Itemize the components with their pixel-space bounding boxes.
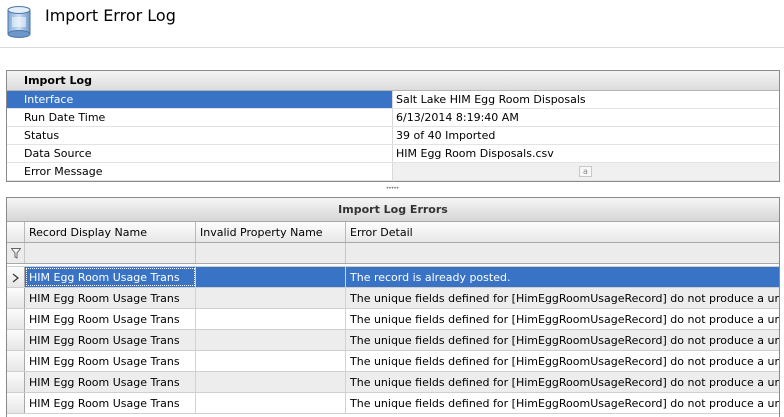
log-row-run-date-time[interactable]: Run Date Time 6/13/2014 8:19:40 AM (7, 109, 779, 127)
page-title: Import Error Log (45, 6, 176, 25)
log-value[interactable]: Salt Lake HIM Egg Room Disposals (393, 91, 779, 108)
log-row-error-message[interactable]: Error Message a (7, 163, 779, 181)
log-row-data-source[interactable]: Data Source HIM Egg Room Disposals.csv (7, 145, 779, 163)
cell-error-detail[interactable]: The unique fields defined for [HimEggRoo… (346, 351, 779, 371)
log-label: Status (7, 127, 393, 144)
log-label: Data Source (7, 145, 393, 162)
chevron-right-icon (12, 273, 19, 283)
table-row[interactable]: HIM Egg Room Usage Trans The record is a… (7, 267, 779, 288)
log-value[interactable]: 6/13/2014 8:19:40 AM (393, 109, 779, 126)
cell-record-display-name[interactable]: HIM Egg Room Usage Trans (25, 267, 196, 287)
table-row[interactable]: HIM Egg Room Usage Trans The unique fiel… (7, 309, 779, 330)
cell-error-detail[interactable]: The unique fields defined for [HimEggRoo… (346, 288, 779, 308)
grid-caption: Import Log Errors (7, 198, 779, 222)
filter-cell-invalid-property-name[interactable] (196, 243, 346, 263)
import-log-panel: Import Log Interface Salt Lake HIM Egg R… (6, 70, 780, 182)
cell-invalid-property-name[interactable] (196, 330, 346, 350)
import-log-errors-grid: Import Log Errors Record Display Name In… (6, 197, 780, 417)
cell-record-display-name[interactable]: HIM Egg Room Usage Trans (25, 351, 196, 371)
filter-row-indicator (7, 243, 25, 263)
cell-error-detail[interactable]: The unique fields defined for [HimEggRoo… (346, 393, 779, 413)
row-indicator[interactable] (7, 351, 25, 371)
column-header-record-display-name[interactable]: Record Display Name (25, 222, 196, 242)
cell-record-display-name[interactable]: HIM Egg Room Usage Trans (25, 288, 196, 308)
row-indicator[interactable] (7, 372, 25, 392)
log-label: Interface (7, 91, 393, 108)
cell-invalid-property-name[interactable] (196, 267, 346, 287)
log-row-interface[interactable]: Interface Salt Lake HIM Egg Room Disposa… (7, 91, 779, 109)
cell-error-detail[interactable]: The unique fields defined for [HimEggRoo… (346, 330, 779, 350)
log-label: Error Message (7, 163, 393, 180)
row-indicator[interactable] (7, 309, 25, 329)
auto-filter-row (7, 243, 779, 264)
cell-error-detail[interactable]: The record is already posted. (346, 267, 779, 287)
cell-record-display-name[interactable]: HIM Egg Room Usage Trans (25, 309, 196, 329)
cell-record-display-name[interactable]: HIM Egg Room Usage Trans (25, 330, 196, 350)
import-log-title: Import Log (7, 71, 779, 91)
splitter-handle[interactable]: ••••• (380, 186, 404, 192)
column-header-invalid-property-name[interactable]: Invalid Property Name (196, 222, 346, 242)
row-indicator[interactable] (7, 288, 25, 308)
log-label: Run Date Time (7, 109, 393, 126)
row-indicator[interactable] (7, 330, 25, 350)
cell-invalid-property-name[interactable] (196, 288, 346, 308)
table-row[interactable]: HIM Egg Room Usage Trans The unique fiel… (7, 393, 779, 414)
cell-error-detail[interactable]: The unique fields defined for [HimEggRoo… (346, 309, 779, 329)
row-indicator-header (7, 222, 25, 242)
cell-invalid-property-name[interactable] (196, 309, 346, 329)
filter-icon[interactable] (11, 248, 21, 259)
grid-column-headers: Record Display Name Invalid Property Nam… (7, 222, 779, 243)
cell-record-display-name[interactable]: HIM Egg Room Usage Trans (25, 393, 196, 413)
table-row[interactable]: HIM Egg Room Usage Trans The unique fiel… (7, 372, 779, 393)
filter-cell-error-detail[interactable] (346, 243, 779, 263)
column-header-error-detail[interactable]: Error Detail (346, 222, 779, 242)
table-row[interactable]: HIM Egg Room Usage Trans The unique fiel… (7, 351, 779, 372)
log-value[interactable]: 39 of 40 Imported (393, 127, 779, 144)
table-row[interactable]: HIM Egg Room Usage Trans The unique fiel… (7, 288, 779, 309)
cell-invalid-property-name[interactable] (196, 393, 346, 413)
memo-edit-button[interactable]: a (579, 166, 592, 177)
cell-record-display-name[interactable]: HIM Egg Room Usage Trans (25, 372, 196, 392)
log-value[interactable]: HIM Egg Room Disposals.csv (393, 145, 779, 162)
row-indicator[interactable] (7, 393, 25, 413)
database-icon (7, 6, 31, 38)
filter-cell-record-display-name[interactable] (25, 243, 196, 263)
table-row[interactable]: HIM Egg Room Usage Trans The unique fiel… (7, 330, 779, 351)
log-row-status[interactable]: Status 39 of 40 Imported (7, 127, 779, 145)
cell-invalid-property-name[interactable] (196, 372, 346, 392)
cell-error-detail[interactable]: The unique fields defined for [HimEggRoo… (346, 372, 779, 392)
row-indicator[interactable] (7, 267, 25, 287)
page-header: Import Error Log (0, 0, 784, 48)
cell-invalid-property-name[interactable] (196, 351, 346, 371)
